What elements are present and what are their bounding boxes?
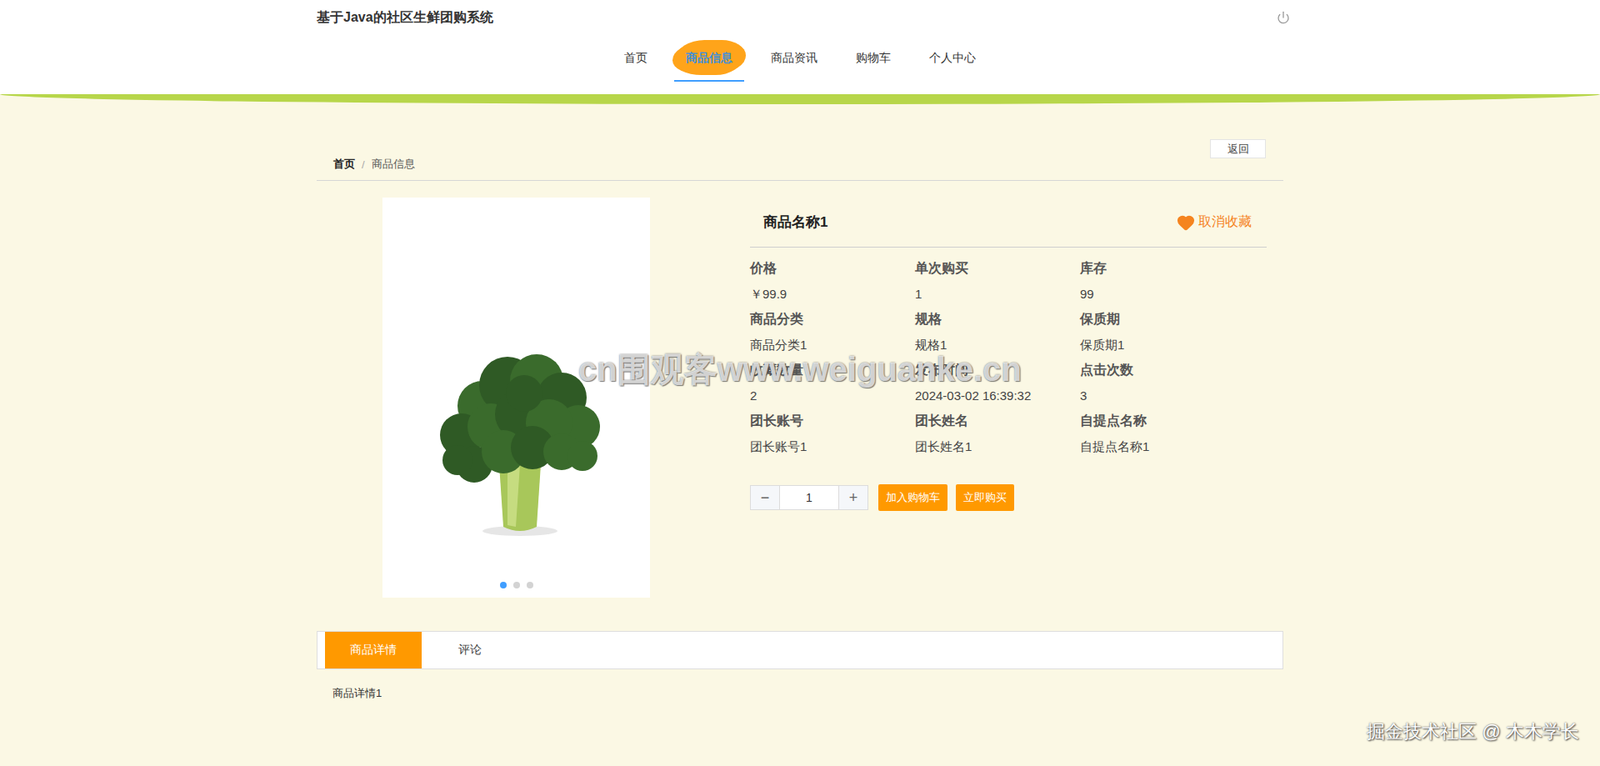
center-watermark: cn围观客www.weiguanke.cn	[578, 346, 1022, 393]
action-button[interactable]: 加入购物车	[878, 484, 948, 511]
carousel-dot[interactable]	[526, 581, 534, 589]
field-value: 团长账号1	[750, 433, 915, 460]
carousel-dots	[382, 581, 650, 589]
nav-item[interactable]: 商品资讯	[759, 36, 830, 80]
product-section: 商品名称1 取消收藏价格￥99.9单次购买1库存99 商品分类商品分类1规格规格1保…	[316, 180, 1284, 598]
field-value: 团长姓名1	[915, 433, 1080, 460]
field-label: 价格	[750, 255, 915, 281]
field-label: 点击次数	[1080, 357, 1245, 383]
header-inner: 基于Java的社区生鲜团购系统首页 商品信息 商品资讯 购物车 个人中心	[316, 0, 1284, 80]
active-underline	[674, 80, 745, 82]
field-label: 单次购买	[915, 255, 1080, 281]
buy-row: −+加入购物车立即购买	[750, 484, 1267, 511]
product-image-icon	[382, 197, 650, 598]
decrease-button[interactable]: −	[750, 485, 780, 510]
field: 保质期保质期1	[1080, 306, 1245, 358]
nav-item[interactable]: 商品信息	[674, 36, 745, 80]
power-icon[interactable]	[1276, 10, 1290, 25]
field: 库存99	[1080, 255, 1245, 307]
green-band	[0, 94, 1600, 105]
field-label: 库存	[1080, 255, 1245, 281]
field: 收藏数量2	[750, 357, 915, 409]
logout-button[interactable]	[1276, 10, 1290, 25]
detail-tabs: 商品详情评论	[316, 630, 1284, 670]
field: 团长账号团长账号1	[750, 408, 915, 460]
carousel-dot[interactable]	[513, 581, 520, 589]
product-name: 商品名称1	[763, 212, 828, 232]
heart-icon[interactable]	[1176, 213, 1195, 232]
detail-tab[interactable]: 商品详情	[325, 631, 422, 669]
action-button[interactable]: 立即购买	[955, 484, 1015, 511]
title-row: 基于Java的社区生鲜团购系统	[316, 0, 1284, 27]
field: 商品分类商品分类1	[750, 306, 915, 358]
field: 发布时间2024-03-02 16:39:32	[915, 357, 1080, 409]
field: 自提点名称自提点名称1	[1080, 408, 1245, 460]
field-value: 99	[1080, 280, 1245, 307]
nav-label[interactable]: 商品资讯	[770, 50, 818, 66]
field-label: 规格	[915, 306, 1080, 332]
field-value: 2	[750, 382, 915, 409]
site-title: 基于Java的社区生鲜团购系统	[316, 9, 494, 27]
main: 返回首页/商品信息商品名称1取消收藏价格￥99.9单次购买1库存99商品分类商品…	[316, 104, 1284, 718]
field-value: 3	[1080, 382, 1245, 409]
favorite-button[interactable]: 取消收藏	[1176, 213, 1252, 232]
quantity-input[interactable]	[779, 485, 840, 510]
nav-bar: 首页 商品信息 商品资讯 购物车 个人中心	[316, 36, 1284, 80]
header: 基于Java的社区生鲜团购系统首页 商品信息 商品资讯 购物车 个人中心	[0, 0, 1600, 95]
field-grid: 价格￥99.9单次购买1库存99 商品分类商品分类1规格规格1保质期保质期1 收藏数…	[750, 255, 1267, 460]
field-label: 自提点名称	[1080, 408, 1245, 434]
field-label: 发布时间	[915, 357, 1080, 383]
corner-watermark: 掘金技术社区 @ 木木学长	[1366, 719, 1580, 745]
quantity-stepper: −+	[750, 485, 869, 510]
field-value: 自提点名称1	[1080, 433, 1245, 460]
field-label: 保质期	[1080, 306, 1245, 332]
nav-label[interactable]: 购物车	[855, 50, 891, 66]
nav-label[interactable]: 商品信息	[685, 50, 733, 66]
carousel-dot[interactable]	[500, 581, 507, 589]
field: 规格规格1	[915, 306, 1080, 358]
detail-text: 商品详情1	[316, 669, 1284, 718]
field-value: 1	[915, 280, 1080, 307]
nav-item[interactable]: 购物车	[844, 36, 903, 80]
field-label: 团长账号	[750, 408, 915, 434]
nav-label[interactable]: 首页	[624, 50, 648, 66]
field-value: ￥99.9	[750, 280, 915, 307]
field-value: 2024-03-02 16:39:32	[915, 382, 1080, 409]
field-label: 收藏数量	[750, 357, 915, 383]
nav-item[interactable]: 首页	[612, 36, 660, 80]
field: 价格￥99.9	[750, 255, 915, 307]
back-row: 返回	[316, 139, 1284, 159]
nav-label[interactable]: 个人中心	[929, 50, 976, 66]
field-value: 保质期1	[1080, 331, 1245, 358]
field-label: 商品分类	[750, 306, 915, 332]
product-info: 商品名称1 取消收藏价格￥99.9单次购买1库存99 商品分类商品分类1规格规格1保…	[750, 197, 1267, 598]
breadcrumb-separator: /	[361, 158, 365, 171]
back-button[interactable]: 返回	[1210, 139, 1266, 159]
increase-button[interactable]: +	[839, 485, 868, 510]
nav-item[interactable]: 个人中心	[917, 36, 988, 80]
field: 团长姓名团长姓名1	[915, 408, 1080, 460]
page: 基于Java的社区生鲜团购系统首页商品信息商品资讯购物车个人中心返回首页/商品信…	[0, 0, 1600, 766]
breadcrumb-item: 商品信息	[371, 156, 415, 172]
field: 点击次数3	[1080, 357, 1245, 409]
field-label: 团长姓名	[915, 408, 1080, 434]
breadcrumb: 首页 / 商品信息	[316, 156, 1284, 181]
field: 单次购买1	[915, 255, 1080, 307]
detail-tab[interactable]: 评论	[421, 631, 519, 669]
field-value: 商品分类1	[750, 331, 915, 358]
name-row: 商品名称1 取消收藏	[750, 197, 1267, 248]
product-carousel[interactable]	[382, 197, 650, 598]
field-value: 规格1	[915, 331, 1080, 358]
breadcrumb-item[interactable]: 首页	[333, 156, 355, 172]
